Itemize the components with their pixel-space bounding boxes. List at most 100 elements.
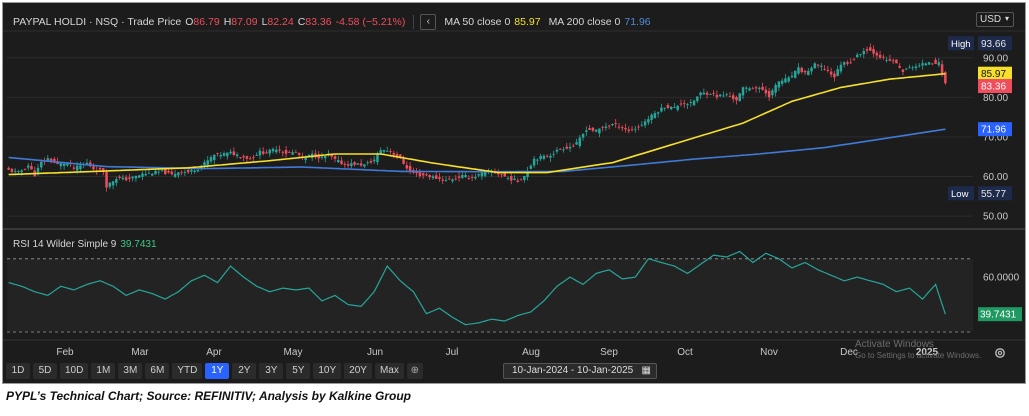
candle-body xyxy=(434,175,438,179)
candle xyxy=(676,104,679,112)
date-range-picker[interactable]: 10-Jan-2024 - 10-Jan-2025 ▦ xyxy=(503,363,657,379)
candle-body xyxy=(738,93,741,102)
candle xyxy=(787,75,790,84)
x-tick-label: Mar xyxy=(131,347,149,358)
candle-body xyxy=(160,169,164,171)
candle-body xyxy=(372,159,376,162)
candle-body xyxy=(709,94,712,95)
candle-body xyxy=(457,176,461,178)
timeframe-button-10d[interactable]: 10D xyxy=(60,363,89,379)
timeframe-button-1y[interactable]: 1Y xyxy=(205,363,230,379)
candle xyxy=(823,65,826,71)
candle-body xyxy=(26,165,30,168)
candle-body xyxy=(392,152,396,155)
candle xyxy=(278,145,281,154)
candle-body xyxy=(23,168,27,170)
candle xyxy=(709,93,712,95)
candle-body xyxy=(261,151,265,154)
timeframe-button-1m[interactable]: 1M xyxy=(91,363,116,379)
candle xyxy=(777,80,781,92)
candle xyxy=(542,154,546,161)
timeframe-button-1d[interactable]: 1D xyxy=(6,363,30,379)
candle-body xyxy=(810,67,813,72)
timeframe-button-3m[interactable]: 3M xyxy=(118,363,143,379)
candle-body xyxy=(242,156,245,158)
candle-body xyxy=(666,105,670,109)
candle xyxy=(555,147,559,154)
candle xyxy=(875,50,879,60)
timeframe-button-ytd[interactable]: YTD xyxy=(172,363,203,379)
candle xyxy=(281,150,285,157)
rsi-legend-value: 39.7431 xyxy=(120,239,157,250)
candle-body xyxy=(686,104,689,106)
candle xyxy=(663,107,666,112)
candle xyxy=(265,149,268,154)
candle-body xyxy=(594,129,598,132)
timeframe-button-20y[interactable]: 20Y xyxy=(344,363,372,379)
candle xyxy=(882,54,885,60)
timeframe-button-max[interactable]: Max xyxy=(374,363,404,379)
candle-body xyxy=(627,129,631,131)
timeframe-button-3y[interactable]: 3Y xyxy=(259,363,284,379)
candle-body xyxy=(376,153,379,163)
candle-body xyxy=(774,85,777,93)
candle-body xyxy=(190,169,193,172)
candle xyxy=(738,92,741,102)
gear-icon[interactable] xyxy=(993,347,1007,361)
candle-body xyxy=(784,78,787,83)
candle-body xyxy=(927,62,931,65)
timeframe-button-6m[interactable]: 6M xyxy=(145,363,170,379)
candle-body xyxy=(405,165,409,169)
candle xyxy=(692,99,696,106)
candle xyxy=(470,174,474,182)
candle-body xyxy=(780,80,784,84)
candle-body xyxy=(516,180,520,182)
rsi-legend[interactable]: RSI 14 Wilder Simple 9 39.7431 xyxy=(13,239,157,250)
timeframe-button-5d[interactable]: 5D xyxy=(33,363,57,379)
instrument-name: PAYPAL HOLDI · NSQ · Trade Price xyxy=(13,16,182,28)
chart-canvas[interactable]: 50.0060.0070.0080.0090.00High 93.6685.978… xyxy=(3,3,1025,383)
candle-body xyxy=(451,179,454,182)
candle xyxy=(245,155,249,162)
candle xyxy=(10,168,14,174)
candle xyxy=(229,148,232,155)
candle-body xyxy=(72,167,76,169)
plus-circle-icon[interactable]: ⊕ xyxy=(406,363,423,379)
candle xyxy=(111,180,115,190)
candle-body xyxy=(532,158,536,166)
chevron-left-icon[interactable]: ‹ xyxy=(420,14,437,30)
candle xyxy=(513,175,516,181)
timeframe-button-10y[interactable]: 10Y xyxy=(313,363,342,379)
candle-body xyxy=(510,176,513,181)
timeframe-button-5y[interactable]: 5Y xyxy=(286,363,311,379)
candle-body xyxy=(337,159,340,163)
currency-select[interactable]: USD ▾ xyxy=(976,12,1014,27)
candle-body xyxy=(196,169,200,172)
candle-body xyxy=(288,152,291,153)
candle xyxy=(761,82,764,91)
candle xyxy=(128,173,131,182)
candle-body xyxy=(144,174,147,176)
candle xyxy=(121,174,125,181)
candle-body xyxy=(154,170,157,175)
candle-body xyxy=(621,127,624,129)
candle-body xyxy=(98,167,102,170)
ma200-label[interactable]: MA 200 close 0 xyxy=(549,16,621,28)
candle xyxy=(500,173,503,178)
candle-body xyxy=(601,126,604,128)
candle-body xyxy=(206,160,209,165)
candle-body xyxy=(141,173,144,177)
candle-body xyxy=(291,152,294,155)
open-value: 86.79 xyxy=(193,16,220,28)
candle-body xyxy=(869,47,872,51)
candle xyxy=(372,156,376,164)
timeframe-button-2y[interactable]: 2Y xyxy=(232,363,257,379)
change-value: -4.58 (−5.21%) xyxy=(335,16,406,28)
activation-watermark-title: Activate Windows xyxy=(855,339,934,350)
ma50-label[interactable]: MA 50 close 0 xyxy=(444,16,510,28)
candle-body xyxy=(607,125,611,127)
candle-body xyxy=(572,145,575,147)
candle xyxy=(914,63,918,71)
candle xyxy=(565,142,568,150)
candle xyxy=(232,147,236,157)
